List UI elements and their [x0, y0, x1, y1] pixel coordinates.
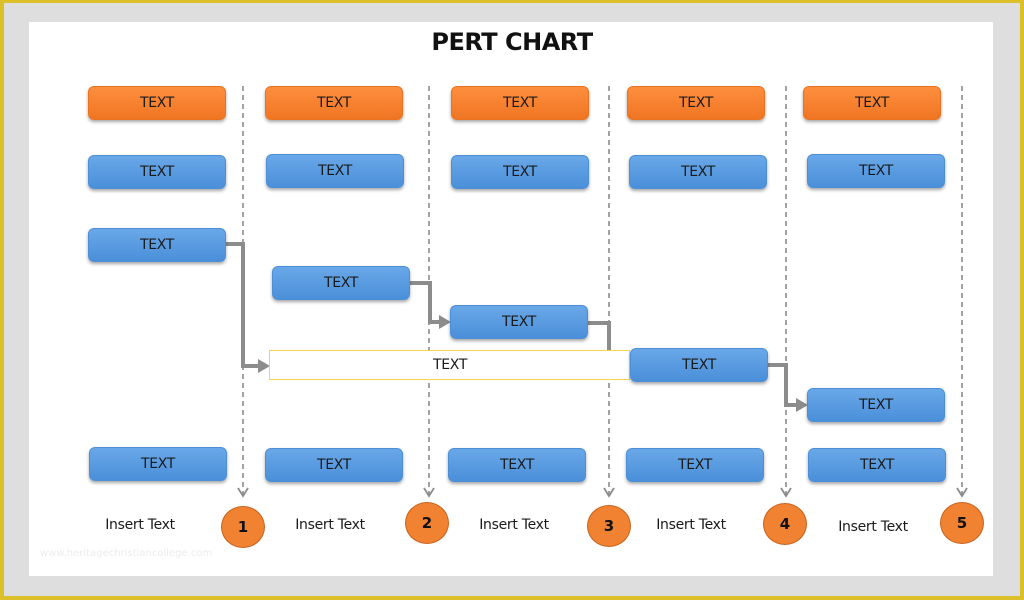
milestone-number: 2 [421, 514, 433, 532]
task-box-bottom-4[interactable]: TEXT [626, 448, 764, 482]
milestone-circle-4[interactable]: 4 [763, 503, 807, 545]
milestone-label-5[interactable]: Insert Text [813, 519, 933, 535]
task-box-bottom-1[interactable]: TEXT [89, 447, 227, 481]
box-label: TEXT [316, 95, 352, 111]
milestone-circle-5[interactable]: 5 [940, 502, 984, 544]
highlight-task-box[interactable]: TEXT [269, 350, 630, 380]
milestone-number: 3 [603, 517, 615, 535]
box-label: TEXT [499, 457, 535, 473]
box-label: TEXT [502, 164, 538, 180]
box-label: TEXT [680, 164, 716, 180]
task-box-row2-1[interactable]: TEXT [88, 155, 226, 189]
highlight-task-label: TEXT [433, 357, 468, 373]
box-label: TEXT [139, 95, 175, 111]
task-box-row2-3[interactable]: TEXT [451, 155, 589, 189]
box-label: TEXT [677, 457, 713, 473]
chart-title: PERT CHART [431, 28, 593, 56]
box-label: TEXT [678, 95, 714, 111]
milestone-circle-2[interactable]: 2 [405, 502, 449, 544]
task-box-row2-2[interactable]: TEXT [266, 154, 404, 188]
box-label: TEXT [323, 275, 359, 291]
critical-task-1[interactable]: TEXT [88, 228, 226, 262]
box-label: TEXT [317, 163, 353, 179]
task-box-bottom-3[interactable]: TEXT [448, 448, 586, 482]
box-label: TEXT [859, 457, 895, 473]
box-label: TEXT [316, 457, 352, 473]
box-label: TEXT [858, 397, 894, 413]
milestone-number: 4 [779, 515, 791, 533]
task-box-bottom-5[interactable]: TEXT [808, 448, 946, 482]
milestone-number: 5 [956, 514, 968, 532]
critical-task-3[interactable]: TEXT [450, 305, 588, 339]
box-label: TEXT [858, 163, 894, 179]
milestone-label-3[interactable]: Insert Text [454, 517, 574, 533]
critical-task-5[interactable]: TEXT [807, 388, 945, 422]
box-label: TEXT [139, 164, 175, 180]
milestone-circle-1[interactable]: 1 [221, 506, 265, 548]
header-box-4[interactable]: TEXT [627, 86, 765, 120]
header-box-2[interactable]: TEXT [265, 86, 403, 120]
watermark: www.heritagechristiancollege.com [40, 548, 213, 559]
critical-task-2[interactable]: TEXT [272, 266, 410, 300]
milestone-label-4[interactable]: Insert Text [631, 517, 751, 533]
milestone-circle-3[interactable]: 3 [587, 505, 631, 547]
task-box-row2-5[interactable]: TEXT [807, 154, 945, 188]
box-label: TEXT [140, 456, 176, 472]
header-box-5[interactable]: TEXT [803, 86, 941, 120]
task-box-bottom-2[interactable]: TEXT [265, 448, 403, 482]
milestone-number: 1 [237, 518, 249, 536]
milestone-label-1[interactable]: Insert Text [80, 517, 200, 533]
milestone-label-2[interactable]: Insert Text [270, 517, 390, 533]
box-label: TEXT [854, 95, 890, 111]
box-label: TEXT [501, 314, 537, 330]
header-box-3[interactable]: TEXT [451, 86, 589, 120]
box-label: TEXT [139, 237, 175, 253]
task-box-row2-4[interactable]: TEXT [629, 155, 767, 189]
critical-task-4[interactable]: TEXT [630, 348, 768, 382]
box-label: TEXT [502, 95, 538, 111]
header-box-1[interactable]: TEXT [88, 86, 226, 120]
box-label: TEXT [681, 357, 717, 373]
